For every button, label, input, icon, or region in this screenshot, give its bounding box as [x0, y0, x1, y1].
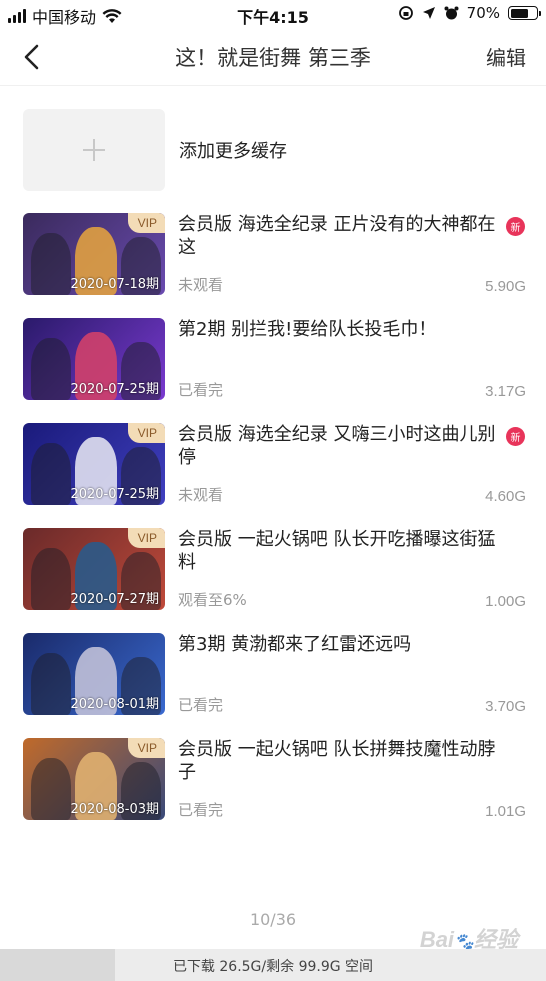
episode-thumbnail[interactable]: VIP 2020-07-18期 [23, 213, 165, 295]
episode-date: 2020-07-25期 [70, 487, 159, 502]
episode-thumbnail[interactable]: 2020-08-01期 [23, 633, 165, 715]
page-title: 这！就是街舞 第三季 [175, 46, 371, 70]
plus-icon [83, 139, 105, 161]
episode-info: 会员版 一起火锅吧 队长开吃播曝这街猛料 观看至6% 1.00G [178, 528, 528, 610]
thumbnail-figure [31, 548, 71, 610]
episode-info: 会员版 海选全纪录 又嗨三小时这曲儿别停 新 未观看 4.60G [178, 423, 528, 505]
episode-title: 第2期 别拦我!要给队长投毛巾！ [178, 319, 437, 340]
vip-badge: VIP [127, 423, 165, 443]
episode-item[interactable]: 2020-08-01期 第3期 黄渤都来了红雷还远吗 已看完 3.70G [23, 633, 528, 738]
episode-list: VIP 2020-07-18期 会员版 海选全纪录 正片没有的大神都在这 新 未… [23, 213, 528, 843]
thumbnail-figure [31, 233, 71, 295]
file-size: 1.00G [485, 593, 526, 610]
episode-thumbnail[interactable]: 2020-07-25期 [23, 318, 165, 400]
file-size: 5.90G [485, 278, 526, 295]
episode-date: 2020-08-03期 [70, 802, 159, 817]
add-more-box[interactable] [23, 109, 165, 191]
vip-badge: VIP [127, 528, 165, 548]
episode-info: 会员版 一起火锅吧 队长拼舞技魔性动脖子 已看完 1.01G [178, 738, 528, 820]
file-size: 3.70G [485, 698, 526, 715]
new-badge: 新 [506, 217, 525, 236]
battery-icon [508, 6, 541, 20]
file-size: 3.17G [485, 383, 526, 400]
watch-status: 已看完 [178, 381, 224, 399]
watch-status: 未观看 [178, 486, 224, 504]
episode-date: 2020-08-01期 [70, 697, 159, 712]
episode-info: 会员版 海选全纪录 正片没有的大神都在这 新 未观看 5.90G [178, 213, 528, 295]
episode-item[interactable]: VIP 2020-07-27期 会员版 一起火锅吧 队长开吃播曝这街猛料 观看至… [23, 528, 528, 633]
thumbnail-figure [31, 338, 71, 400]
episode-title: 会员版 海选全纪录 又嗨三小时这曲儿别停 [178, 424, 496, 468]
vip-badge: VIP [127, 738, 165, 758]
add-more-cache-row[interactable]: 添加更多缓存 [23, 109, 523, 191]
episode-info: 第2期 别拦我!要给队长投毛巾！ 已看完 3.17G [178, 318, 528, 400]
file-size: 1.01G [485, 803, 526, 820]
storage-bar: 已下载 26.5G/剩余 99.9G 空间 [0, 949, 546, 981]
thumbnail-figure [31, 758, 71, 820]
episode-info: 第3期 黄渤都来了红雷还远吗 已看完 3.70G [178, 633, 528, 715]
episode-date: 2020-07-18期 [70, 277, 159, 292]
battery-fill [510, 8, 528, 18]
thumbnail-figure [31, 443, 71, 505]
episode-title: 会员版 一起火锅吧 队长拼舞技魔性动脖子 [178, 739, 496, 783]
edit-button[interactable]: 编辑 [486, 42, 526, 71]
episode-thumbnail[interactable]: VIP 2020-08-03期 [23, 738, 165, 820]
episode-thumbnail[interactable]: VIP 2020-07-25期 [23, 423, 165, 505]
new-badge: 新 [506, 427, 525, 446]
watch-status: 已看完 [178, 801, 224, 819]
episode-title: 会员版 一起火锅吧 队长开吃播曝这街猛料 [178, 529, 496, 573]
alarm-icon [444, 6, 459, 19]
watch-status: 未观看 [178, 276, 224, 294]
episode-date: 2020-07-27期 [70, 592, 159, 607]
episode-title: 第3期 黄渤都来了红雷还远吗 [178, 634, 412, 655]
thumbnail-figure [31, 653, 71, 715]
storage-text: 已下载 26.5G/剩余 99.9G 空间 [172, 959, 374, 975]
episode-date: 2020-07-25期 [70, 382, 159, 397]
nav-bar: 这！就是街舞 第三季 编辑 [0, 28, 546, 86]
watch-status: 已看完 [178, 696, 224, 714]
episode-item[interactable]: VIP 2020-08-03期 会员版 一起火锅吧 队长拼舞技魔性动脖子 已看完… [23, 738, 528, 843]
episode-title: 会员版 海选全纪录 正片没有的大神都在这 [178, 214, 496, 258]
status-right: 70% [398, 4, 541, 22]
rotation-lock-icon [398, 6, 413, 20]
vip-badge: VIP [127, 213, 165, 233]
watch-status: 观看至6% [178, 591, 247, 609]
status-bar: 中国移动 下午4:15 70% [0, 0, 546, 28]
location-icon [422, 7, 435, 19]
battery-percent: 70% [466, 4, 500, 22]
episode-thumbnail[interactable]: VIP 2020-07-27期 [23, 528, 165, 610]
episode-item[interactable]: 2020-07-25期 第2期 别拦我!要给队长投毛巾！ 已看完 3.17G [23, 318, 528, 423]
add-more-label: 添加更多缓存 [179, 141, 287, 162]
file-size: 4.60G [485, 488, 526, 505]
episode-item[interactable]: VIP 2020-07-25期 会员版 海选全纪录 又嗨三小时这曲儿别停 新 未… [23, 423, 528, 528]
episode-item[interactable]: VIP 2020-07-18期 会员版 海选全纪录 正片没有的大神都在这 新 未… [23, 213, 528, 318]
